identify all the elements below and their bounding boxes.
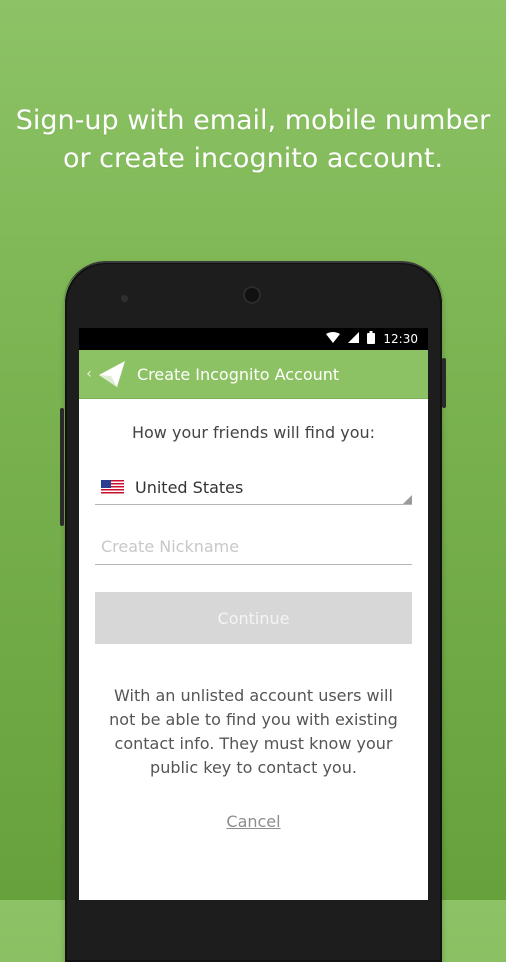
dropdown-corner-icon: [403, 495, 412, 504]
headline-line-1: Sign-up with email, mobile number: [15, 105, 491, 136]
us-flag-icon: [101, 479, 124, 495]
status-time: 12:30: [383, 332, 418, 346]
nickname-input[interactable]: [95, 536, 412, 557]
status-bar: 12:30: [79, 328, 428, 350]
cancel-link[interactable]: Cancel: [79, 812, 428, 831]
battery-icon: [367, 331, 376, 347]
info-text: With an unlisted account users will not …: [109, 686, 398, 777]
paper-plane-logo: [97, 359, 127, 389]
power-button: [442, 358, 446, 408]
signal-icon: [348, 332, 360, 346]
volume-button: [60, 408, 64, 526]
phone-screen: 12:30 ‹ Create Incognito Account How you…: [79, 328, 428, 900]
form-subtitle: How your friends will find you:: [131, 423, 376, 442]
app-bar-title: Create Incognito Account: [137, 364, 340, 384]
wifi-icon: [326, 332, 341, 346]
chevron-left-icon[interactable]: ‹: [83, 366, 95, 382]
phone-rim: [64, 261, 443, 303]
country-name: United States: [135, 477, 244, 497]
headline-line-2: or create incognito account.: [62, 143, 444, 174]
country-selector[interactable]: United States: [95, 470, 412, 505]
marketing-headline: Sign-up with email, mobile number or cre…: [0, 102, 506, 178]
signup-form: How your friends will find you: United S…: [79, 423, 428, 831]
continue-button[interactable]: Continue: [95, 592, 412, 644]
nickname-field[interactable]: [95, 529, 412, 565]
app-bar: ‹ Create Incognito Account: [79, 350, 428, 399]
